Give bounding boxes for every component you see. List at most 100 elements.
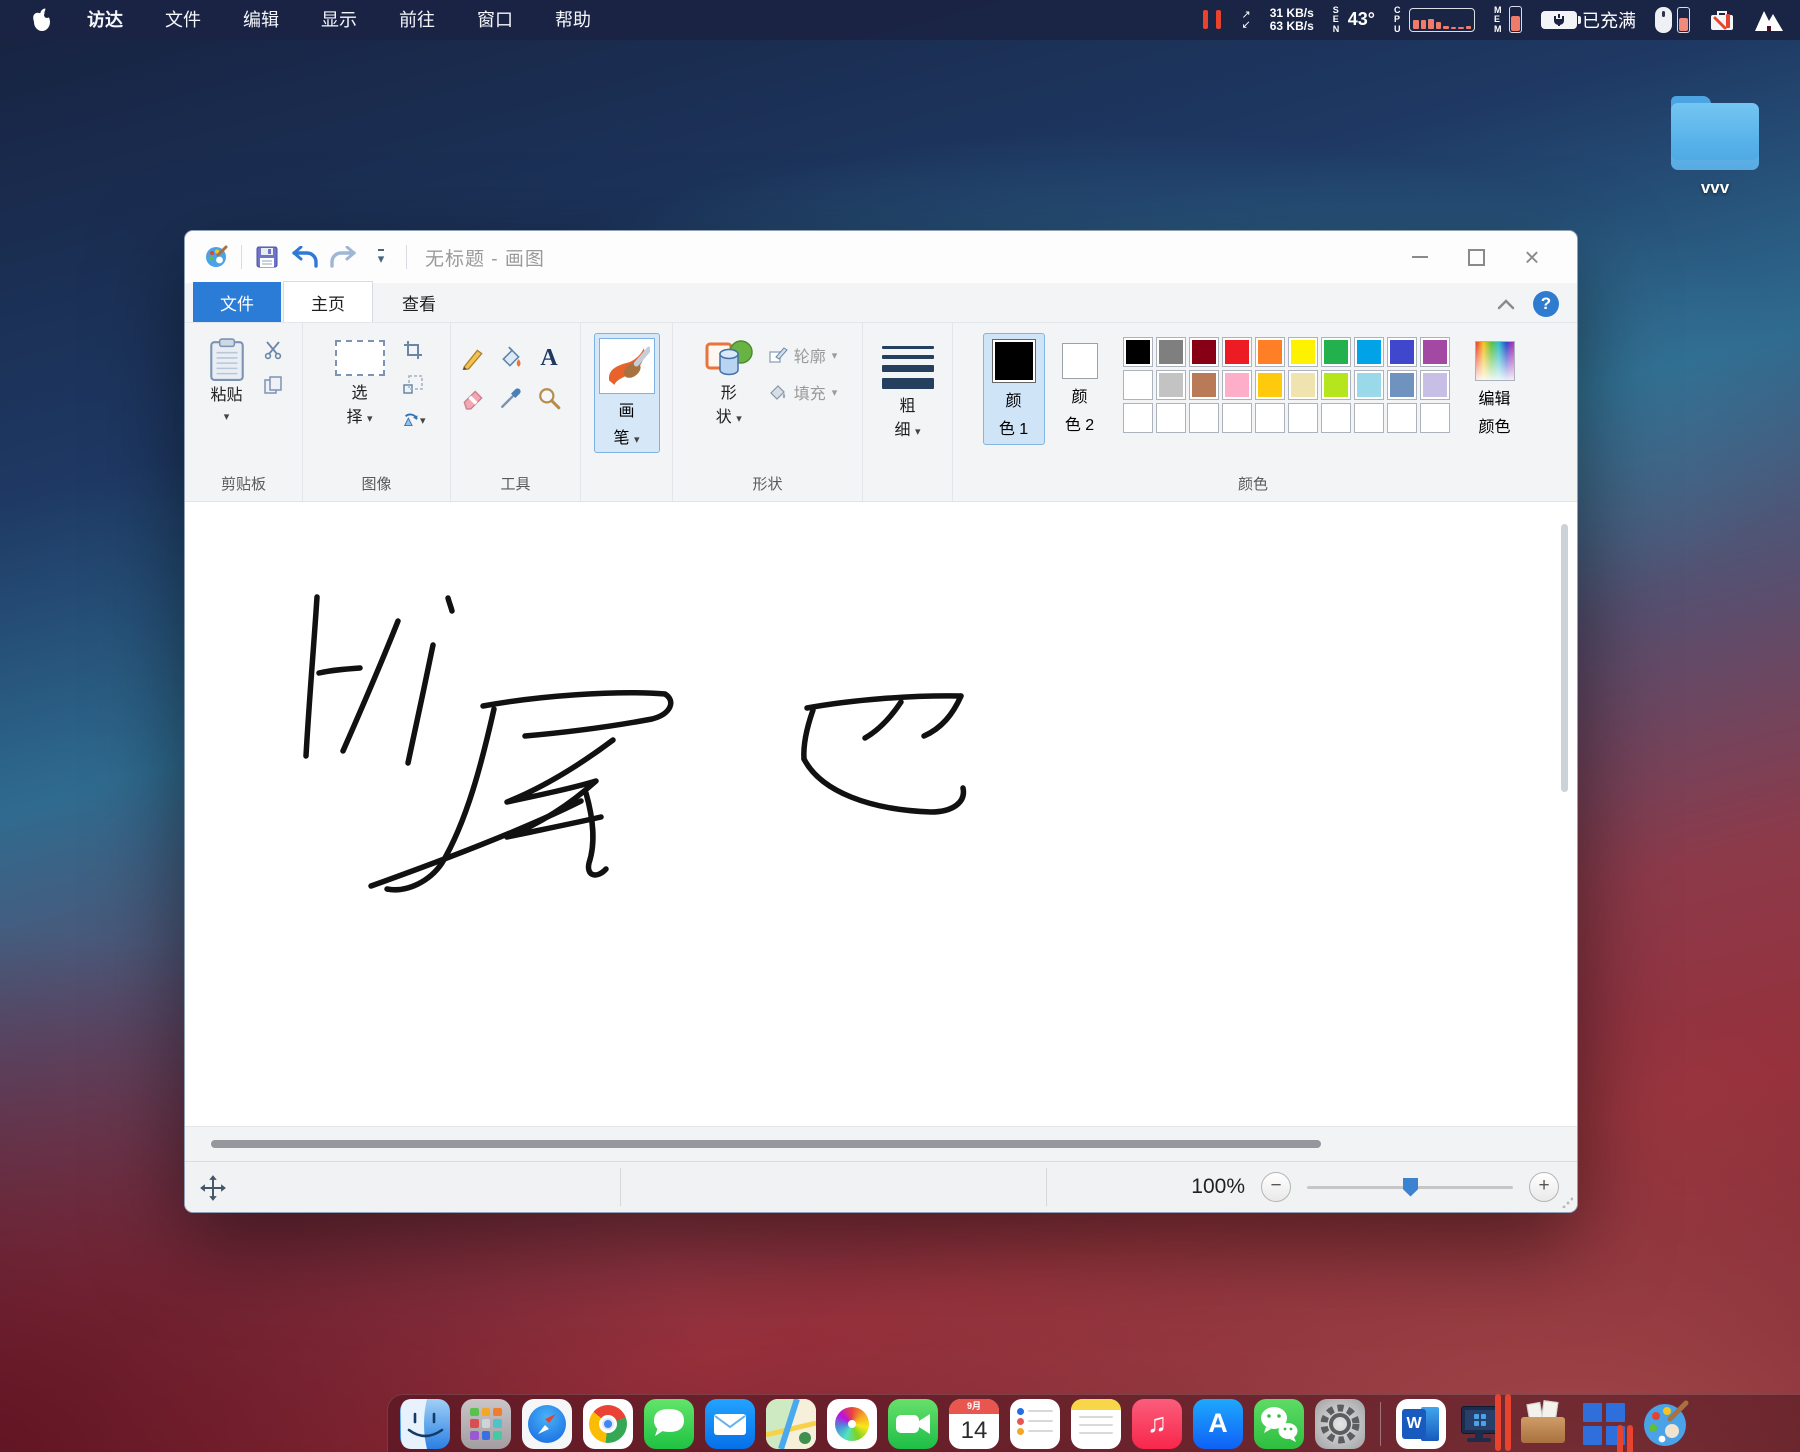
maximize-button[interactable] xyxy=(1461,242,1491,272)
rotate-button[interactable]: ▾ xyxy=(400,407,426,433)
palette-swatch-empty[interactable] xyxy=(1255,403,1285,433)
color1-button[interactable]: 颜 色 1 xyxy=(983,333,1045,445)
network-arrows-icon[interactable]: ↗ ↙ xyxy=(1242,10,1251,30)
dock-item-archive-utility[interactable] xyxy=(1518,1399,1568,1449)
palette-swatch[interactable] xyxy=(1255,337,1285,367)
dock-item-chrome[interactable] xyxy=(583,1399,633,1449)
shapes-button[interactable]: 形 状 ▾ xyxy=(698,333,760,434)
menu-finder[interactable]: 访达 xyxy=(66,0,144,40)
color-picker-tool-button[interactable] xyxy=(495,381,527,415)
redo-button[interactable] xyxy=(330,244,356,270)
text-tool-button[interactable]: A xyxy=(533,341,565,375)
paint-canvas[interactable] xyxy=(185,502,1578,1127)
palette-swatch[interactable] xyxy=(1288,337,1318,367)
menu-go[interactable]: 前往 xyxy=(378,0,456,40)
resize-button[interactable] xyxy=(400,372,426,398)
apple-menu-icon[interactable] xyxy=(32,8,52,32)
minimize-button[interactable] xyxy=(1405,242,1435,272)
edit-colors-button[interactable]: 编辑 颜色 xyxy=(1466,333,1524,443)
zoom-in-button[interactable]: + xyxy=(1529,1172,1559,1202)
dock-item-word[interactable]: W xyxy=(1396,1399,1446,1449)
pause-indicator-icon[interactable] xyxy=(1202,10,1223,29)
save-button[interactable] xyxy=(254,244,280,270)
dock-item-app-store[interactable]: A xyxy=(1193,1399,1243,1449)
dock-item-mail[interactable] xyxy=(705,1399,755,1449)
dock-item-parallels-desktop[interactable] xyxy=(1457,1399,1507,1449)
dock-item-windows[interactable] xyxy=(1579,1399,1629,1449)
dock-item-notes[interactable] xyxy=(1071,1399,1121,1449)
menu-help[interactable]: 帮助 xyxy=(534,0,612,40)
dock-item-finder[interactable] xyxy=(400,1399,450,1449)
palette-swatch[interactable] xyxy=(1321,337,1351,367)
palette-swatch-empty[interactable] xyxy=(1321,403,1351,433)
select-button[interactable]: 选 择 ▾ xyxy=(328,333,392,434)
collapse-ribbon-button[interactable] xyxy=(1497,298,1515,310)
dock-item-paint[interactable] xyxy=(1640,1399,1690,1449)
mouse-battery-indicator[interactable] xyxy=(1655,7,1690,33)
palette-swatch[interactable] xyxy=(1387,337,1417,367)
fill-button[interactable]: 填充 ▾ xyxy=(768,378,838,406)
color2-button[interactable]: 颜 色 2 xyxy=(1053,333,1107,441)
eraser-tool-button[interactable] xyxy=(457,381,489,415)
palette-swatch[interactable] xyxy=(1387,370,1417,400)
title-bar[interactable]: ▾ 无标题 - 画图 × xyxy=(185,231,1577,283)
zoom-slider[interactable] xyxy=(1307,1186,1513,1189)
tab-file[interactable]: 文件 xyxy=(193,282,281,322)
palette-swatch-empty[interactable] xyxy=(1189,403,1219,433)
horizontal-scrollbar[interactable] xyxy=(211,1140,1321,1148)
sensor-temperature-indicator[interactable]: SEN 43° xyxy=(1333,6,1375,34)
palette-swatch[interactable] xyxy=(1189,370,1219,400)
palette-swatch[interactable] xyxy=(1255,370,1285,400)
dock-item-launchpad[interactable] xyxy=(461,1399,511,1449)
dock-item-safari[interactable] xyxy=(522,1399,572,1449)
palette-swatch[interactable] xyxy=(1123,370,1153,400)
menu-edit[interactable]: 编辑 xyxy=(222,0,300,40)
help-button[interactable]: ? xyxy=(1533,291,1559,317)
palette-swatch[interactable] xyxy=(1321,370,1351,400)
palette-swatch-empty[interactable] xyxy=(1387,403,1417,433)
dock-item-facetime[interactable] xyxy=(888,1399,938,1449)
battery-status[interactable]: 已充满 xyxy=(1541,7,1636,33)
palette-swatch-empty[interactable] xyxy=(1156,403,1186,433)
palette-swatch[interactable] xyxy=(1222,337,1252,367)
palette-swatch[interactable] xyxy=(1288,370,1318,400)
menu-window[interactable]: 窗口 xyxy=(456,0,534,40)
palette-swatch[interactable] xyxy=(1354,337,1384,367)
palette-swatch[interactable] xyxy=(1156,337,1186,367)
palette-swatch-empty[interactable] xyxy=(1123,403,1153,433)
close-button[interactable]: × xyxy=(1517,242,1547,272)
size-button[interactable]: 粗 细 ▾ xyxy=(875,333,941,447)
dock-item-wechat[interactable] xyxy=(1254,1399,1304,1449)
fill-tool-button[interactable] xyxy=(495,341,527,375)
palette-swatch[interactable] xyxy=(1354,370,1384,400)
dock-item-messages[interactable] xyxy=(644,1399,694,1449)
palette-swatch[interactable] xyxy=(1420,337,1450,367)
palette-swatch-empty[interactable] xyxy=(1354,403,1384,433)
palette-swatch[interactable] xyxy=(1156,370,1186,400)
tab-home[interactable]: 主页 xyxy=(283,281,373,322)
toolbox-icon[interactable] xyxy=(1709,8,1735,32)
brushes-button[interactable]: 画 笔 ▾ xyxy=(594,333,660,453)
undo-button[interactable] xyxy=(292,244,318,270)
outline-button[interactable]: 轮廓 ▾ xyxy=(768,341,838,369)
dock-item-maps[interactable] xyxy=(766,1399,816,1449)
pencil-tool-button[interactable] xyxy=(457,341,489,375)
palette-swatch-empty[interactable] xyxy=(1288,403,1318,433)
cut-button[interactable] xyxy=(260,337,286,363)
palette-swatch-empty[interactable] xyxy=(1420,403,1450,433)
dock-item-photos[interactable] xyxy=(827,1399,877,1449)
resize-grip[interactable] xyxy=(1561,1196,1573,1208)
zoom-slider-thumb[interactable] xyxy=(1403,1178,1418,1197)
customize-toolbar-caret[interactable]: ▾ xyxy=(368,244,394,270)
magnifier-tool-button[interactable] xyxy=(533,381,565,415)
palette-swatch[interactable] xyxy=(1420,370,1450,400)
menu-file[interactable]: 文件 xyxy=(144,0,222,40)
copy-button[interactable] xyxy=(260,372,286,398)
dock-item-system-preferences[interactable] xyxy=(1315,1399,1365,1449)
palette-swatch[interactable] xyxy=(1189,337,1219,367)
palette-swatch-empty[interactable] xyxy=(1222,403,1252,433)
m-logo-icon[interactable] xyxy=(1754,8,1784,32)
menu-view[interactable]: 显示 xyxy=(300,0,378,40)
palette-swatch[interactable] xyxy=(1123,337,1153,367)
dock-item-reminders[interactable] xyxy=(1010,1399,1060,1449)
